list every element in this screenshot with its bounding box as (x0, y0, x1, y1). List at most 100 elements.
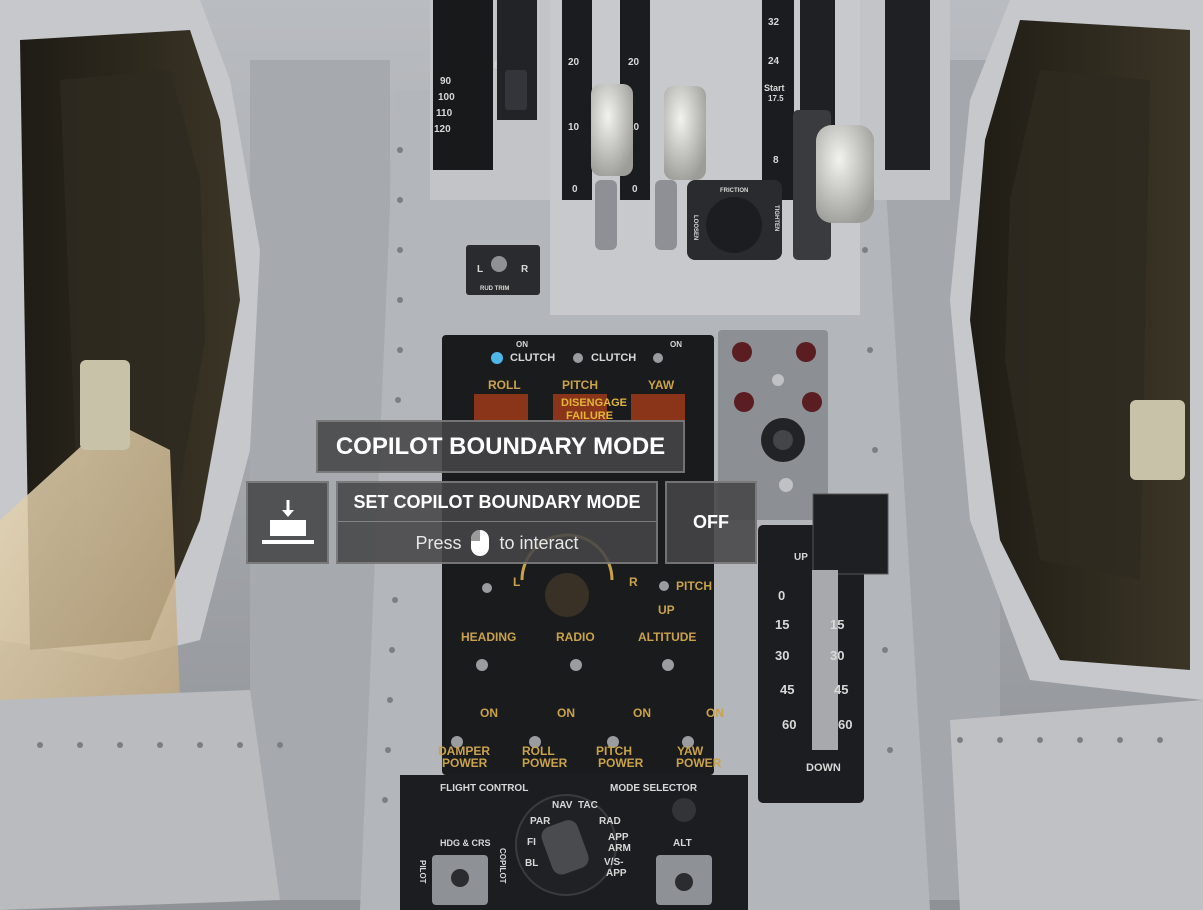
throttle-knob-1[interactable] (591, 84, 633, 176)
svg-text:20: 20 (628, 57, 640, 68)
svg-text:POWER: POWER (598, 756, 644, 770)
set-boundary-icon[interactable] (246, 481, 329, 564)
radio-switch[interactable] (570, 659, 582, 671)
svg-text:COPILOT: COPILOT (498, 848, 507, 884)
svg-text:ON: ON (670, 340, 682, 349)
svg-text:TIGHTEN: TIGHTEN (773, 205, 779, 231)
svg-text:POWER: POWER (522, 756, 568, 770)
svg-text:FRICTION: FRICTION (720, 188, 748, 194)
svg-text:BL: BL (525, 858, 538, 869)
svg-text:POWER: POWER (676, 756, 722, 770)
mode-light (672, 798, 696, 822)
svg-text:0: 0 (572, 184, 578, 195)
throttle-lever-left[interactable] (505, 70, 527, 110)
svg-text:UP: UP (658, 603, 675, 617)
clutch-indicator-light (491, 352, 503, 364)
svg-text:UP: UP (794, 552, 808, 563)
svg-text:APP: APP (606, 868, 627, 879)
altitude-switch[interactable] (662, 659, 674, 671)
seat-buckle-right (1130, 400, 1185, 480)
yaw-annunciator (631, 394, 685, 422)
hud-hint: Press to interact (338, 522, 656, 564)
flap-handle[interactable] (812, 493, 889, 575)
svg-text:ON: ON (480, 706, 498, 720)
svg-text:8: 8 (773, 155, 779, 166)
svg-text:ALTITUDE: ALTITUDE (638, 630, 696, 644)
svg-text:CLUTCH: CLUTCH (591, 352, 636, 364)
svg-text:YAW: YAW (648, 378, 675, 392)
svg-text:LOOSEN: LOOSEN (692, 215, 698, 240)
panel-rotary-knob[interactable] (773, 430, 793, 450)
svg-text:MODE SELECTOR: MODE SELECTOR (610, 783, 698, 794)
circuit-breaker-4[interactable] (802, 392, 822, 412)
heading-switch[interactable] (476, 659, 488, 671)
svg-text:TAC: TAC (578, 800, 598, 811)
rudder-trim-switch[interactable] (491, 256, 507, 272)
svg-text:0: 0 (632, 184, 638, 195)
svg-text:ON: ON (706, 706, 724, 720)
svg-text:30: 30 (775, 648, 789, 663)
friction-knob[interactable] (706, 197, 762, 253)
svg-text:PITCH: PITCH (676, 579, 712, 593)
hdg-crs-switch[interactable] (451, 869, 469, 887)
svg-text:L: L (477, 264, 483, 275)
svg-text:RADIO: RADIO (556, 630, 595, 644)
svg-text:HEADING: HEADING (461, 630, 516, 644)
svg-text:PITCH: PITCH (562, 378, 598, 392)
right-seat (950, 0, 1203, 910)
clutch-switch-pitch[interactable] (573, 353, 583, 363)
svg-text:HDG & CRS: HDG & CRS (440, 838, 491, 848)
ap-switch-left[interactable] (482, 583, 492, 593)
svg-text:ON: ON (633, 706, 651, 720)
svg-text:30: 30 (830, 648, 844, 663)
clutch-switch-yaw[interactable] (653, 353, 663, 363)
circuit-breaker-3[interactable] (734, 392, 754, 412)
svg-text:PILOT: PILOT (418, 860, 427, 884)
svg-text:100: 100 (438, 92, 455, 103)
circuit-breaker-2[interactable] (796, 342, 816, 362)
pitch-trim-switch[interactable] (659, 581, 669, 591)
panel-toggle-2[interactable] (779, 478, 793, 492)
rudder-trim: L R RUD TRIM (466, 245, 540, 295)
seat-buckle-left (80, 360, 130, 450)
condition-lever-knob[interactable] (816, 125, 874, 223)
download-tray-icon (261, 499, 314, 544)
svg-text:FI: FI (527, 837, 536, 848)
svg-text:V/S-: V/S- (604, 857, 623, 868)
svg-text:ARM: ARM (608, 843, 631, 854)
svg-text:110: 110 (436, 108, 453, 119)
svg-text:ROLL: ROLL (488, 378, 521, 392)
svg-text:45: 45 (780, 682, 794, 697)
svg-text:APP: APP (608, 832, 629, 843)
svg-text:Start: Start (764, 83, 785, 93)
svg-text:NAV: NAV (552, 800, 573, 811)
svg-text:DISENGAGE: DISENGAGE (561, 397, 627, 409)
hud-title: COPILOT BOUNDARY MODE (316, 420, 685, 473)
hud-state-value: OFF (665, 481, 757, 564)
svg-text:24: 24 (768, 56, 780, 67)
hud-action-panel[interactable]: SET COPILOT BOUNDARY MODE Press to inter… (336, 481, 658, 564)
svg-text:20: 20 (568, 57, 580, 68)
svg-text:FLIGHT CONTROL: FLIGHT CONTROL (440, 783, 528, 794)
svg-text:ON: ON (557, 706, 575, 720)
svg-text:ALT: ALT (673, 838, 692, 849)
hud-action-label: SET COPILOT BOUNDARY MODE (338, 483, 656, 522)
svg-text:45: 45 (834, 682, 848, 697)
hint-press-text: Press (415, 532, 462, 553)
svg-text:15: 15 (775, 617, 789, 632)
alt-switch[interactable] (675, 873, 693, 891)
svg-text:R: R (521, 264, 529, 275)
svg-text:60: 60 (782, 717, 796, 732)
svg-text:L: L (513, 575, 520, 589)
svg-text:10: 10 (568, 122, 580, 133)
svg-text:R: R (629, 575, 638, 589)
turn-knob[interactable] (545, 573, 589, 617)
throttle-knob-2[interactable] (664, 86, 706, 180)
roll-annunciator (474, 394, 528, 422)
hint-interact-text: to interact (499, 532, 579, 553)
svg-text:0: 0 (778, 588, 785, 603)
circuit-breaker-1[interactable] (732, 342, 752, 362)
flight-control-panel: FLIGHT CONTROL MODE SELECTOR NAV TAC PAR… (400, 775, 748, 910)
svg-text:120: 120 (434, 124, 451, 135)
panel-toggle-1[interactable] (772, 374, 784, 386)
